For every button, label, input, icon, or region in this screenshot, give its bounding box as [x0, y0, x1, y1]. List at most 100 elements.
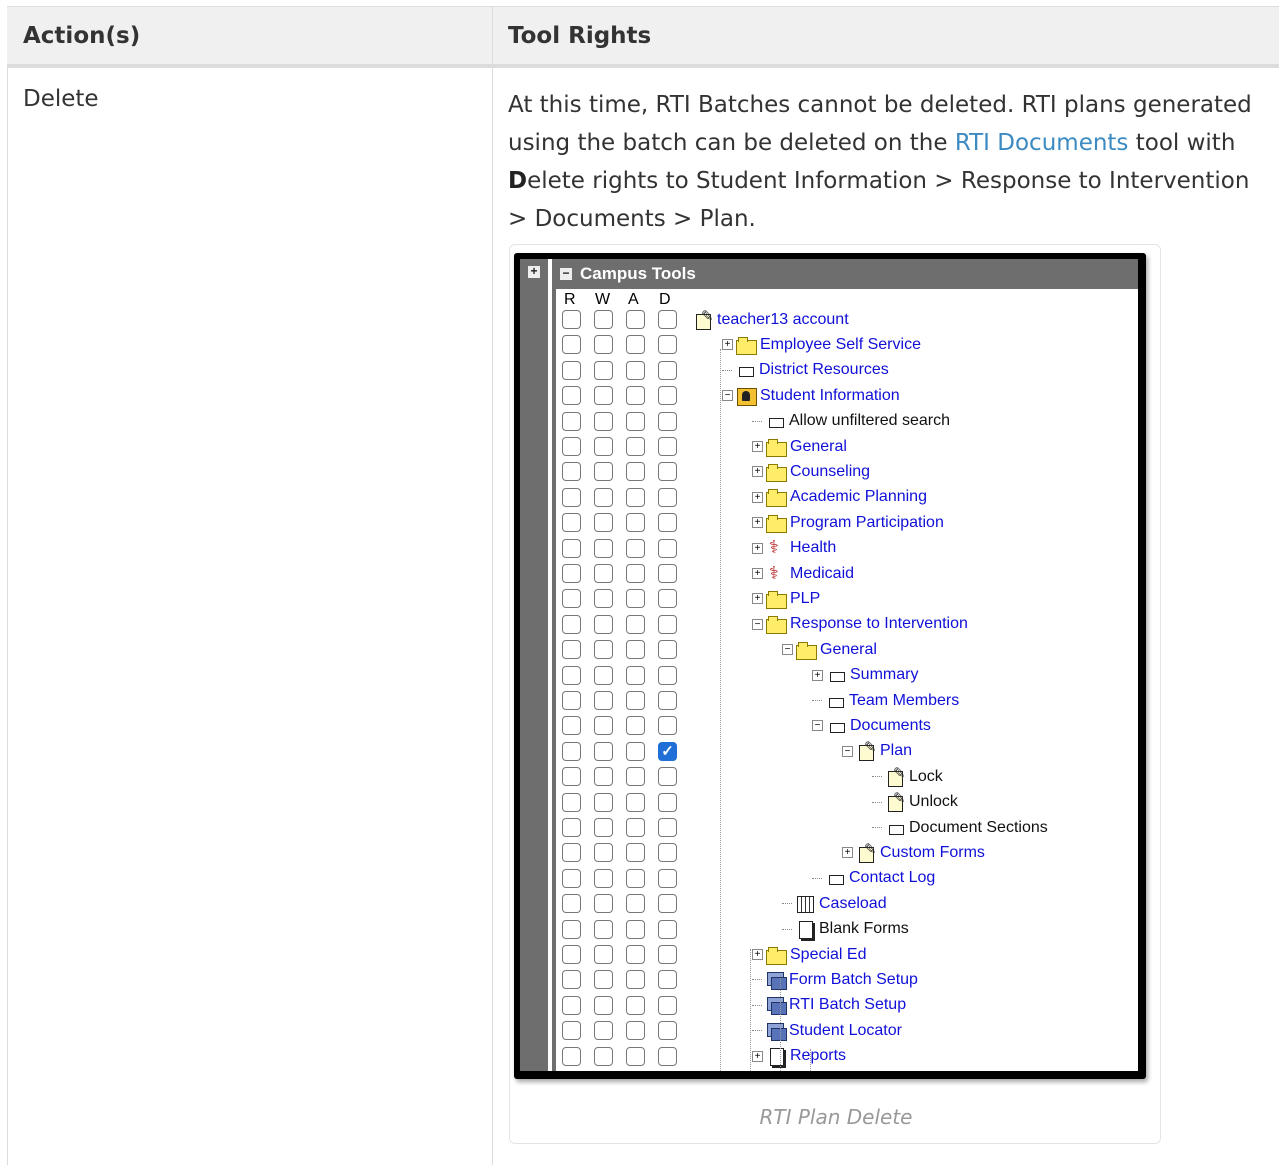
write-checkbox[interactable] — [594, 360, 613, 380]
read-checkbox[interactable] — [562, 1021, 581, 1041]
tree-node-label[interactable]: Health — [790, 539, 836, 557]
add-checkbox[interactable] — [626, 741, 645, 761]
expand-icon[interactable]: + — [752, 491, 763, 503]
add-checkbox[interactable] — [626, 564, 645, 583]
add-checkbox[interactable] — [626, 894, 645, 914]
write-checkbox[interactable] — [594, 995, 613, 1015]
write-checkbox[interactable] — [594, 437, 613, 456]
tree-node-label[interactable]: Team Members — [849, 692, 959, 710]
expand-icon[interactable]: + — [752, 593, 763, 605]
delete-checkbox[interactable] — [658, 919, 677, 939]
read-checkbox[interactable] — [562, 894, 581, 914]
add-checkbox[interactable] — [626, 665, 645, 685]
tree-node-label[interactable]: Allow unfiltered search — [789, 412, 950, 430]
write-checkbox[interactable] — [594, 386, 613, 406]
write-checkbox[interactable] — [594, 640, 613, 660]
expand-icon[interactable]: + — [752, 1050, 763, 1062]
add-checkbox[interactable] — [626, 995, 645, 1015]
write-checkbox[interactable] — [594, 691, 613, 710]
tree-node-label[interactable]: Student Information — [760, 387, 900, 405]
write-checkbox[interactable] — [594, 335, 613, 355]
expand-icon[interactable]: + — [752, 441, 763, 452]
write-checkbox[interactable] — [594, 614, 613, 634]
tree-node-label[interactable]: Medicaid — [790, 565, 854, 583]
add-checkbox[interactable] — [626, 640, 645, 660]
tree-node-label[interactable]: Academic Planning — [790, 488, 927, 506]
tree-node-label[interactable]: Reports — [790, 1047, 846, 1065]
write-checkbox[interactable] — [594, 589, 613, 609]
add-checkbox[interactable] — [626, 589, 645, 609]
tree-node-label[interactable]: Blank Forms — [819, 920, 909, 938]
delete-checkbox[interactable] — [658, 411, 677, 431]
add-checkbox[interactable] — [626, 919, 645, 939]
add-checkbox[interactable] — [626, 513, 645, 533]
delete-checkbox[interactable] — [658, 970, 677, 990]
write-checkbox[interactable] — [594, 1021, 613, 1041]
write-checkbox[interactable] — [594, 1046, 613, 1066]
add-checkbox[interactable] — [626, 818, 645, 837]
tree-node-label[interactable]: District Resources — [759, 361, 889, 379]
tree-node-label[interactable]: Special Ed — [790, 946, 867, 964]
tree-node-label[interactable]: Program Participation — [790, 514, 944, 532]
add-checkbox[interactable] — [626, 1046, 645, 1066]
expand-icon[interactable]: + — [752, 542, 763, 554]
write-checkbox[interactable] — [594, 665, 613, 685]
delete-checkbox[interactable] — [658, 360, 677, 380]
collapse-icon[interactable]: − — [560, 267, 572, 280]
delete-checkbox[interactable] — [658, 386, 677, 406]
add-checkbox[interactable] — [626, 437, 645, 456]
delete-checkbox[interactable] — [658, 818, 677, 837]
add-checkbox[interactable] — [626, 487, 645, 507]
delete-checkbox[interactable] — [658, 1021, 677, 1041]
write-checkbox[interactable] — [594, 767, 613, 787]
read-checkbox[interactable] — [562, 640, 581, 660]
delete-checkbox[interactable] — [658, 691, 677, 710]
delete-checkbox[interactable] — [658, 995, 677, 1015]
add-checkbox[interactable] — [626, 538, 645, 558]
delete-checkbox[interactable] — [658, 945, 677, 964]
add-checkbox[interactable] — [626, 716, 645, 736]
read-checkbox[interactable] — [562, 437, 581, 456]
read-checkbox[interactable] — [562, 513, 581, 533]
add-checkbox[interactable] — [626, 614, 645, 634]
add-checkbox[interactable] — [626, 970, 645, 990]
read-checkbox[interactable] — [562, 665, 581, 685]
delete-checkbox[interactable] — [658, 564, 677, 583]
delete-checkbox[interactable] — [658, 513, 677, 533]
tree-node-label[interactable]: RTI Batch Setup — [789, 996, 906, 1014]
add-checkbox[interactable] — [626, 792, 645, 812]
write-checkbox[interactable] — [594, 310, 613, 329]
write-checkbox[interactable] — [594, 462, 613, 482]
tree-node-label[interactable]: Summary — [850, 666, 918, 684]
tree-node-label[interactable]: Form Batch Setup — [789, 971, 918, 989]
delete-checkbox[interactable] — [658, 716, 677, 736]
tree-node-label[interactable]: Lock — [909, 768, 943, 786]
tree-node-label[interactable]: General — [820, 641, 877, 659]
write-checkbox[interactable] — [594, 411, 613, 431]
read-checkbox[interactable] — [562, 360, 581, 380]
add-checkbox[interactable] — [626, 1021, 645, 1041]
tree-node-label[interactable]: Response to Intervention — [790, 615, 968, 633]
read-checkbox[interactable] — [562, 716, 581, 736]
delete-checkbox[interactable] — [658, 767, 677, 787]
add-checkbox[interactable] — [626, 335, 645, 355]
read-checkbox[interactable] — [562, 818, 581, 837]
tree-node-label[interactable]: Documents — [850, 717, 931, 735]
expand-icon[interactable]: + — [722, 339, 733, 351]
read-checkbox[interactable] — [562, 1046, 581, 1066]
delete-checkbox[interactable] — [658, 614, 677, 634]
expand-icon[interactable]: + — [752, 466, 763, 478]
delete-checkbox[interactable] — [658, 640, 677, 660]
read-checkbox[interactable] — [562, 995, 581, 1015]
read-checkbox[interactable] — [562, 868, 581, 888]
read-checkbox[interactable] — [562, 792, 581, 812]
add-checkbox[interactable] — [626, 767, 645, 787]
write-checkbox[interactable] — [594, 894, 613, 914]
collapse-icon[interactable]: − — [782, 644, 793, 656]
tree-node-label[interactable]: Counseling — [790, 463, 870, 481]
expand-icon[interactable]: + — [528, 265, 540, 278]
tree-node-label[interactable]: Student Locator — [789, 1022, 902, 1040]
write-checkbox[interactable] — [594, 792, 613, 812]
read-checkbox[interactable] — [562, 767, 581, 787]
read-checkbox[interactable] — [562, 335, 581, 355]
